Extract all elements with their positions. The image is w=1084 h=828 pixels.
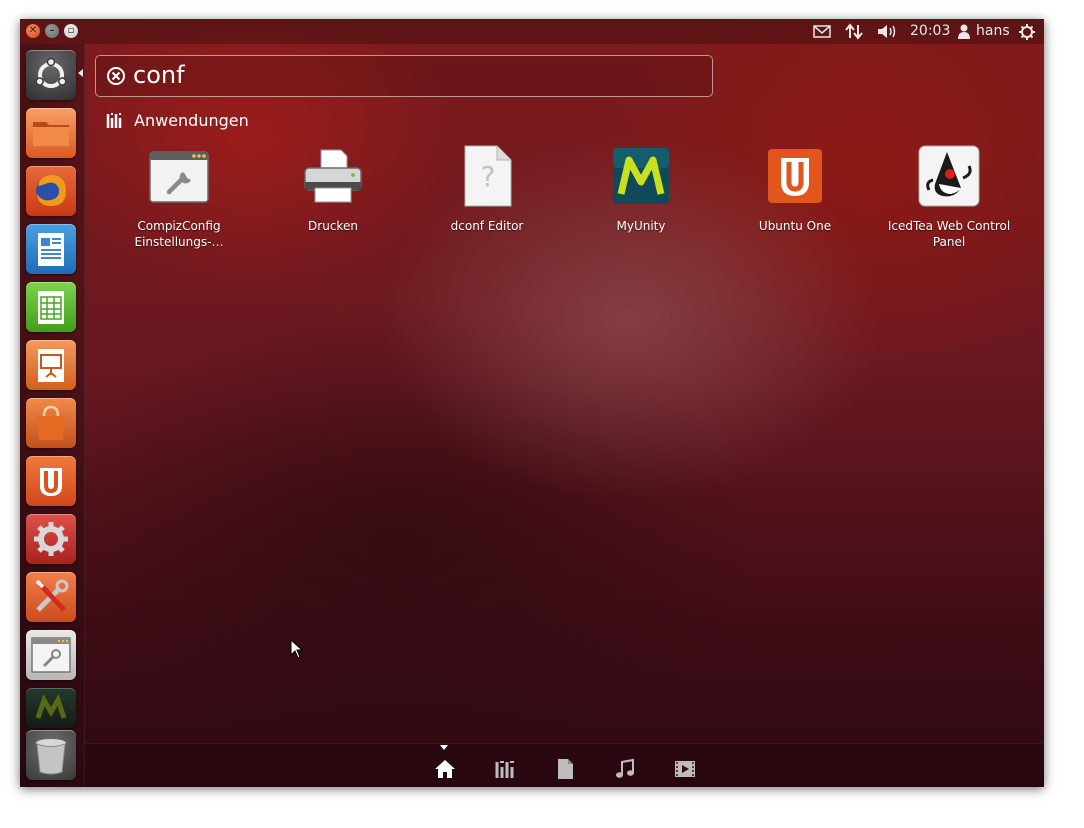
- app-result-compizconfig[interactable]: CompizConfig Einstellungs-…: [104, 144, 254, 250]
- launcher-active-arrow: [78, 69, 83, 77]
- maximize-window-button[interactable]: ▫: [64, 24, 78, 38]
- search-box: [95, 55, 713, 97]
- video-lens-icon[interactable]: [674, 758, 696, 780]
- power-gear-icon[interactable]: [1018, 22, 1036, 41]
- impress-icon: [38, 349, 64, 382]
- category-label: Anwendungen: [134, 111, 249, 130]
- dash-home-button[interactable]: [26, 50, 76, 100]
- ubuntu-one-icon: [40, 468, 62, 496]
- svg-text:?: ?: [481, 160, 496, 193]
- user-name[interactable]: hans: [976, 22, 1010, 41]
- active-lens-indicator: [440, 745, 448, 750]
- myunity-icon: [35, 693, 67, 719]
- lens-bar: [84, 743, 1044, 787]
- applications-lens-icon: [106, 113, 122, 128]
- desktop-screen: ✕ – ▫ 20:03 hans conf Anwendungen Compiz…: [20, 19, 1044, 787]
- compizconfig-icon: [149, 151, 209, 203]
- top-panel: ✕ – ▫ 20:03 hans: [20, 19, 1044, 44]
- app-label: CompizConfig Einstellungs-…: [134, 219, 224, 249]
- app-result-ubuntu-one[interactable]: Ubuntu One: [720, 144, 870, 234]
- applications-lens-icon[interactable]: [494, 758, 516, 780]
- launcher-system-settings[interactable]: [26, 514, 76, 564]
- mail-icon[interactable]: [813, 22, 831, 41]
- window-wrench-icon: [31, 637, 71, 673]
- tools-icon: [35, 579, 69, 612]
- home-lens-icon[interactable]: [434, 758, 456, 780]
- launcher-tools[interactable]: [26, 572, 76, 622]
- shopping-bag-icon: [37, 405, 65, 440]
- launcher-ubuntu-one[interactable]: [26, 456, 76, 506]
- search-input[interactable]: [133, 59, 693, 91]
- ubuntu-one-icon: [768, 149, 822, 203]
- unknown-file-icon: ?: [464, 145, 512, 207]
- launcher-compizconfig[interactable]: [26, 630, 76, 680]
- volume-icon[interactable]: [876, 22, 898, 41]
- app-result-myunity[interactable]: MyUnity: [566, 144, 716, 234]
- launcher: [20, 44, 85, 787]
- settings-gear-icon: [34, 522, 68, 556]
- app-label: Drucken: [308, 219, 358, 233]
- clear-circle-icon[interactable]: [106, 66, 126, 86]
- app-label: dconf Editor: [450, 219, 524, 233]
- minimize-window-button[interactable]: –: [45, 24, 59, 38]
- launcher-writer[interactable]: [26, 224, 76, 274]
- mouse-cursor-icon: [290, 639, 304, 659]
- ubuntu-logo-icon: [35, 57, 67, 88]
- files-lens-icon[interactable]: [554, 758, 576, 780]
- app-label: Ubuntu One: [758, 219, 832, 233]
- trash-icon: [36, 739, 66, 775]
- calc-icon: [38, 291, 64, 324]
- launcher-trash[interactable]: [26, 730, 76, 780]
- printer-icon: [304, 149, 362, 203]
- app-label: IcedTea Web Control Panel: [887, 219, 1011, 249]
- app-result-icedtea[interactable]: IcedTea Web Control Panel: [874, 144, 1024, 250]
- launcher-myunity[interactable]: [26, 688, 76, 728]
- firefox-icon: [36, 175, 66, 206]
- folder-icon: [33, 122, 69, 146]
- launcher-calc[interactable]: [26, 282, 76, 332]
- launcher-impress[interactable]: [26, 340, 76, 390]
- close-window-button[interactable]: ✕: [26, 24, 40, 38]
- app-label: MyUnity: [616, 219, 666, 233]
- launcher-software-center[interactable]: [26, 398, 76, 448]
- myunity-icon: [613, 148, 669, 204]
- network-icon[interactable]: [845, 22, 863, 41]
- writer-icon: [38, 233, 64, 266]
- app-result-dconf-editor[interactable]: ? dconf Editor: [412, 144, 562, 234]
- launcher-files[interactable]: [26, 108, 76, 158]
- music-lens-icon[interactable]: [614, 758, 636, 780]
- java-duke-icon: [918, 145, 980, 207]
- app-result-drucken[interactable]: Drucken: [258, 144, 408, 234]
- clock[interactable]: 20:03: [910, 22, 950, 41]
- launcher-firefox[interactable]: [26, 166, 76, 216]
- user-icon: [957, 22, 971, 41]
